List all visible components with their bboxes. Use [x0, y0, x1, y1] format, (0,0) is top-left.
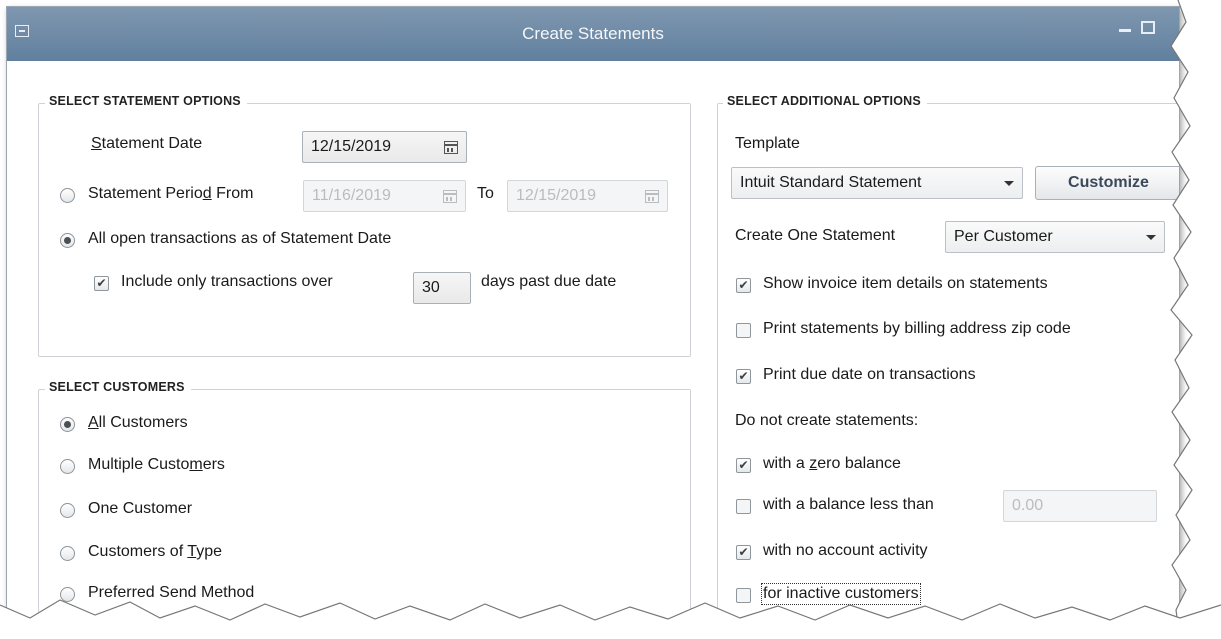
- balance-less-than-field[interactable]: 0.00: [1003, 490, 1157, 522]
- all-customers-radio[interactable]: [60, 417, 75, 432]
- create-one-statement-value: Per Customer: [954, 228, 1053, 245]
- create-one-statement-select[interactable]: Per Customer: [945, 221, 1165, 253]
- inactive-customers-checkbox[interactable]: [736, 588, 751, 603]
- print-by-zip-label: Print statements by billing address zip …: [763, 320, 1071, 337]
- minimize-icon[interactable]: [1119, 29, 1131, 32]
- calendar-icon[interactable]: [443, 189, 457, 203]
- balance-less-than-value: 0.00: [1012, 497, 1044, 514]
- chevron-down-icon: [1004, 180, 1014, 186]
- period-to-label: To: [477, 185, 494, 202]
- customers-of-type-radio[interactable]: [60, 546, 75, 561]
- days-past-due-field[interactable]: 30: [413, 272, 471, 304]
- balance-less-than-label: with a balance less than: [763, 496, 934, 513]
- maximize-icon[interactable]: [1141, 21, 1155, 34]
- do-not-create-label: Do not create statements:: [735, 412, 919, 429]
- one-customer-radio[interactable]: [60, 503, 75, 518]
- days-past-due-label: days past due date: [481, 273, 617, 290]
- create-one-statement-label: Create One Statement: [735, 227, 896, 244]
- period-to-value: 12/15/2019: [516, 187, 597, 204]
- days-past-due-value: 30: [422, 279, 440, 296]
- statement-period-label: Statement Period From: [88, 185, 254, 202]
- statement-period-radio[interactable]: [60, 188, 75, 203]
- create-statements-window: Create Statements SELECT STATEMENT OPTIO…: [6, 6, 1180, 633]
- title-bar: Create Statements: [7, 7, 1179, 61]
- no-account-activity-label: with no account activity: [763, 542, 928, 559]
- inactive-customers-label: for inactive customers: [761, 583, 921, 605]
- additional-options-heading: SELECT ADDITIONAL OPTIONS: [723, 94, 927, 108]
- template-value: Intuit Standard Statement: [740, 174, 922, 191]
- period-to-field[interactable]: 12/15/2019: [507, 180, 668, 212]
- statement-options-heading: SELECT STATEMENT OPTIONS: [45, 94, 247, 108]
- customize-button[interactable]: Customize: [1035, 166, 1179, 200]
- calendar-icon[interactable]: [444, 140, 458, 154]
- show-invoice-details-checkbox[interactable]: ✔: [736, 278, 751, 293]
- show-invoice-details-label: Show invoice item details on statements: [763, 275, 1048, 292]
- preferred-send-method-label: Preferred Send Method: [88, 584, 255, 601]
- include-only-checkbox[interactable]: ✔: [94, 276, 109, 291]
- statement-date-label: Statement Date: [91, 135, 203, 152]
- multiple-customers-radio[interactable]: [60, 459, 75, 474]
- balance-less-than-checkbox[interactable]: [736, 499, 751, 514]
- multiple-customers-label: Multiple Customers: [88, 456, 225, 473]
- print-due-date-label: Print due date on transactions: [763, 366, 976, 383]
- period-from-field[interactable]: 11/16/2019: [303, 180, 466, 212]
- all-open-transactions-label: All open transactions as of Statement Da…: [88, 230, 392, 247]
- include-only-label: Include only transactions over: [121, 273, 333, 290]
- zero-balance-label: with a zero balance: [763, 455, 901, 472]
- all-open-transactions-radio[interactable]: [60, 233, 75, 248]
- calendar-icon[interactable]: [645, 189, 659, 203]
- customers-heading: SELECT CUSTOMERS: [45, 380, 191, 394]
- all-customers-label: All Customers: [88, 414, 188, 431]
- window-title: Create Statements: [522, 24, 664, 43]
- template-label: Template: [735, 135, 800, 152]
- one-customer-label: One Customer: [88, 500, 193, 517]
- preferred-send-method-radio[interactable]: [60, 587, 75, 602]
- customers-of-type-label: Customers of Type: [88, 543, 222, 560]
- print-by-zip-checkbox[interactable]: [736, 323, 751, 338]
- period-from-value: 11/16/2019: [312, 187, 391, 204]
- chevron-down-icon: [1146, 234, 1156, 240]
- template-select[interactable]: Intuit Standard Statement: [731, 167, 1023, 199]
- statement-date-field[interactable]: 12/15/2019: [302, 131, 467, 163]
- statement-date-value: 12/15/2019: [311, 138, 392, 155]
- zero-balance-checkbox[interactable]: ✔: [736, 458, 751, 473]
- print-due-date-checkbox[interactable]: ✔: [736, 369, 751, 384]
- no-account-activity-checkbox[interactable]: ✔: [736, 545, 751, 560]
